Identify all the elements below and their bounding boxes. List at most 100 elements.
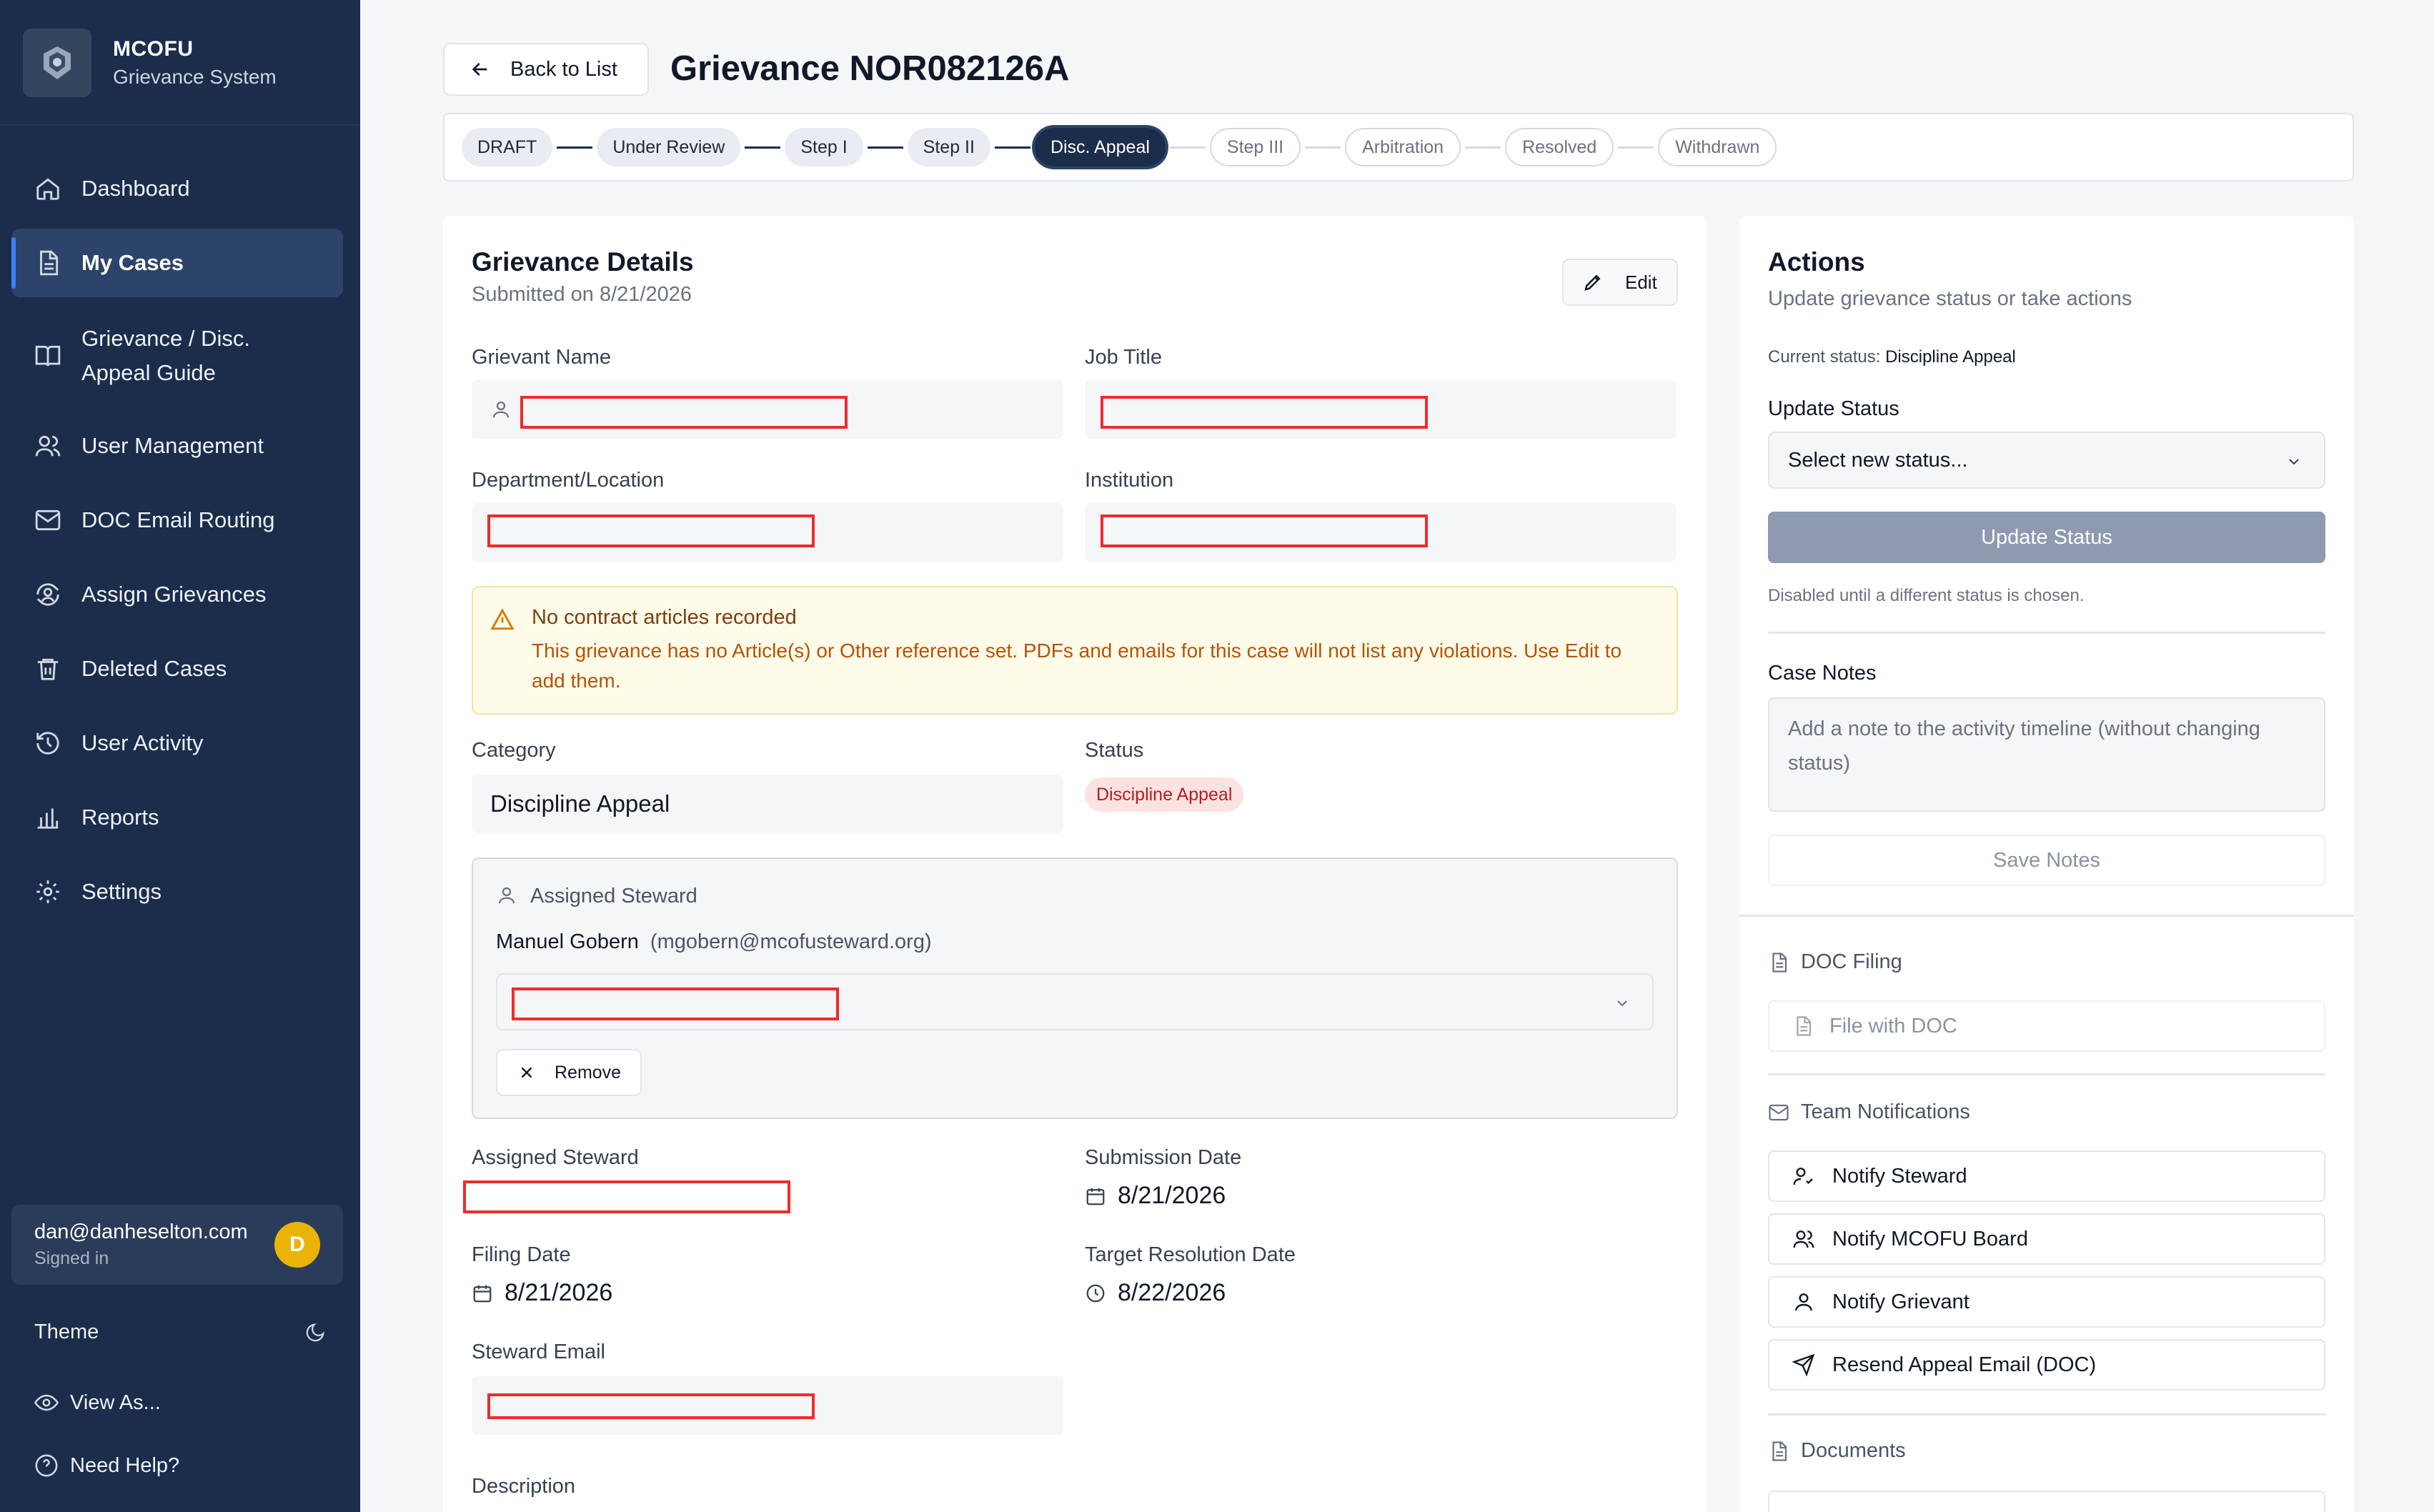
current-status-prefix: Current status: bbox=[1768, 347, 1881, 367]
chevron-down-icon bbox=[2289, 459, 2299, 465]
sidebar-item-settings[interactable]: Settings bbox=[11, 869, 343, 915]
sidebar-item-deleted-cases[interactable]: Deleted Cases bbox=[11, 646, 343, 692]
theme-label: Theme bbox=[34, 1320, 99, 1343]
notify-steward-button[interactable]: Notify Steward bbox=[1768, 1150, 2325, 1202]
divider bbox=[1768, 632, 2325, 634]
status-badge: Discipline Appeal bbox=[1085, 777, 1244, 812]
job-title-field bbox=[1085, 380, 1677, 439]
edit-button[interactable]: Edit bbox=[1562, 259, 1678, 306]
notify-board-label: Notify MCOFU Board bbox=[1832, 1227, 2028, 1250]
step-step-3: Step III bbox=[1209, 128, 1301, 166]
steward-email: (mgobern@mcofusteward.org) bbox=[650, 930, 932, 953]
resend-appeal-label: Resend Appeal Email (DOC) bbox=[1832, 1353, 2097, 1376]
user-icon bbox=[492, 401, 510, 418]
grievant-name-field bbox=[472, 380, 1063, 439]
step-withdrawn: Withdrawn bbox=[1658, 128, 1777, 166]
update-status-button[interactable]: Update Status bbox=[1768, 512, 2325, 563]
sidebar-item-user-activity[interactable]: User Activity bbox=[11, 720, 343, 766]
steward-panel-label: Assigned Steward bbox=[530, 885, 697, 907]
disabled-hint: Disabled until a different status is cho… bbox=[1768, 586, 2085, 605]
sidebar-item-label: Reports bbox=[81, 805, 159, 830]
step-connector bbox=[1305, 146, 1341, 149]
save-notes-button[interactable]: Save Notes bbox=[1768, 835, 2325, 886]
submission-date-value: 8/21/2026 bbox=[1118, 1182, 1226, 1209]
user-check-icon bbox=[1793, 1168, 1813, 1185]
bar-chart-icon bbox=[37, 808, 59, 829]
target-date-value: 8/22/2026 bbox=[1118, 1279, 1226, 1306]
mail-icon bbox=[1769, 1104, 1789, 1120]
sidebar-item-reports[interactable]: Reports bbox=[11, 795, 343, 840]
file-with-doc-button[interactable]: File with DOC bbox=[1768, 1000, 2325, 1052]
notify-grievant-button[interactable]: Notify Grievant bbox=[1768, 1276, 2325, 1328]
grievant-name-label: Grievant Name bbox=[472, 346, 612, 369]
calendar-icon bbox=[1086, 1188, 1105, 1205]
sidebar-item-label: Grievance / Disc. bbox=[81, 326, 251, 351]
theme-toggle[interactable]: Theme bbox=[34, 1320, 326, 1344]
home-icon bbox=[36, 178, 59, 200]
brand-title: MCOFU bbox=[113, 37, 194, 61]
job-title-label: Job Title bbox=[1085, 346, 1162, 369]
sidebar-item-user-management[interactable]: User Management bbox=[11, 423, 343, 469]
gear-icon bbox=[36, 880, 59, 903]
update-status-label: Update Status bbox=[1768, 397, 1899, 420]
institution-field bbox=[1085, 503, 1677, 562]
file-icon bbox=[1797, 1016, 1812, 1036]
trash-icon bbox=[37, 658, 59, 680]
user-icon bbox=[1795, 1293, 1812, 1311]
help-label: Need Help? bbox=[70, 1453, 180, 1477]
divider bbox=[1768, 1073, 2325, 1075]
steward-select[interactable] bbox=[496, 973, 1654, 1030]
steward-email-field bbox=[472, 1376, 1063, 1435]
file-with-doc-label: File with DOC bbox=[1829, 1014, 1957, 1038]
submission-date: 8/21/2026 bbox=[1085, 1182, 1226, 1210]
redaction-box bbox=[463, 1180, 790, 1213]
sidebar-item-guide[interactable]: Grievance / Disc. Appeal Guide bbox=[11, 317, 343, 394]
resend-appeal-email-button[interactable]: Resend Appeal Email (DOC) bbox=[1768, 1339, 2325, 1391]
sidebar: MCOFU Grievance System Dashboard My Case… bbox=[0, 0, 360, 1512]
remove-steward-button[interactable]: Remove bbox=[496, 1049, 642, 1096]
moon-icon[interactable] bbox=[304, 1322, 326, 1343]
step-connector bbox=[557, 146, 593, 149]
users-icon bbox=[35, 435, 61, 457]
step-step-1: Step I bbox=[785, 128, 863, 166]
redaction-box bbox=[512, 988, 839, 1020]
step-connector bbox=[1465, 146, 1501, 149]
sidebar-item-my-cases[interactable]: My Cases bbox=[11, 229, 343, 297]
category-label: Category bbox=[472, 739, 556, 762]
view-as-label: View As... bbox=[70, 1391, 161, 1414]
back-to-list-button[interactable]: Back to List bbox=[443, 43, 649, 96]
avatar[interactable]: D bbox=[274, 1222, 320, 1268]
step-connector bbox=[867, 146, 903, 149]
user-card[interactable]: dan@danheselton.com Signed in D bbox=[11, 1205, 343, 1285]
step-draft: DRAFT bbox=[462, 128, 553, 166]
step-connector bbox=[994, 146, 1030, 149]
brand[interactable]: MCOFU Grievance System bbox=[23, 29, 277, 97]
status-stepper: DRAFT Under Review Step I Step II Disc. … bbox=[443, 113, 2354, 181]
sidebar-item-dashboard[interactable]: Dashboard bbox=[11, 166, 343, 212]
current-status: Current status: Discipline Appeal bbox=[1768, 347, 2016, 367]
clock-icon bbox=[1086, 1284, 1105, 1302]
chevron-down-icon bbox=[1617, 1000, 1627, 1007]
redaction-box bbox=[1101, 514, 1428, 547]
step-arbitration: Arbitration bbox=[1345, 128, 1461, 166]
documents-label: Documents bbox=[1801, 1439, 1906, 1462]
document-button[interactable] bbox=[1768, 1491, 2325, 1512]
steward-email-label: Steward Email bbox=[472, 1341, 605, 1363]
notify-board-button[interactable]: Notify MCOFU Board bbox=[1768, 1213, 2325, 1265]
sidebar-item-doc-email-routing[interactable]: DOC Email Routing bbox=[11, 497, 343, 543]
team-notifications-section: Team Notifications bbox=[1768, 1100, 1970, 1124]
notify-steward-label: Notify Steward bbox=[1832, 1164, 1967, 1188]
category-field: Discipline Appeal bbox=[472, 775, 1063, 833]
case-notes-textarea[interactable]: Add a note to the activity timeline (wit… bbox=[1768, 697, 2325, 812]
assigned-steward-label: Assigned Steward bbox=[472, 1146, 639, 1169]
redaction-box bbox=[487, 514, 815, 547]
doc-filing-section: DOC Filing bbox=[1768, 950, 1902, 974]
help-button[interactable]: Need Help? bbox=[34, 1453, 326, 1478]
warning-title: No contract articles recorded bbox=[532, 606, 797, 629]
redaction-box bbox=[1101, 396, 1428, 429]
actions-title: Actions bbox=[1768, 247, 1865, 277]
view-as-button[interactable]: View As... bbox=[34, 1391, 326, 1415]
status-select[interactable]: Select new status... bbox=[1768, 432, 2325, 489]
sidebar-item-assign-grievances[interactable]: Assign Grievances bbox=[11, 572, 343, 617]
department-field bbox=[472, 503, 1063, 562]
